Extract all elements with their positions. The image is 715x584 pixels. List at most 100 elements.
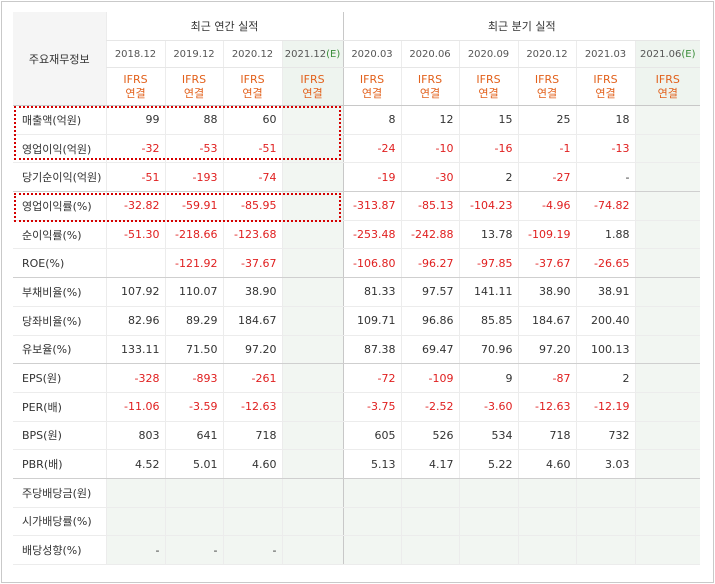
table-row: 부채비율(%) 107.92 110.07 38.90 81.33 97.57 141.11… [13, 277, 700, 307]
value-cell: -27 [517, 162, 576, 193]
row-label: 당좌비율(%) [13, 306, 106, 336]
row-label: 유보율(%) [13, 335, 106, 365]
period-label: 2021.03 [584, 48, 627, 60]
ifrs-label: IFRS [655, 72, 680, 86]
value-cell [281, 162, 343, 193]
value-cell: -261 [222, 363, 282, 393]
ifrs-consolidated-header: IFRS 연결 [634, 67, 700, 106]
value-cell [634, 478, 700, 508]
value-cell: -121.92 [164, 248, 223, 279]
table-row: 배당성향(%) - - - [13, 535, 700, 565]
value-cell: 38.90 [222, 277, 282, 307]
value-cell: - [575, 162, 635, 193]
value-cell: 3.03 [575, 449, 635, 479]
table-row: BPS(원) 803 641 718 605 526 534 718 732 [13, 421, 700, 451]
ifrs-consolidated-header: IFRS 연결 [342, 67, 401, 106]
period-header: 2018.12 [105, 40, 165, 68]
estimate-mark: (E) [326, 48, 341, 60]
ifrs-label: IFRS [417, 72, 443, 86]
ifrs-consolidated-header: IFRS 연결 [517, 67, 576, 106]
value-cell [281, 277, 343, 307]
value-cell [634, 134, 700, 164]
value-cell [105, 248, 165, 279]
period-header: 2020.03 [342, 40, 401, 68]
ifrs-consolidated-header: IFRS 연결 [281, 67, 343, 106]
value-cell: -16 [458, 134, 518, 164]
value-cell: -106.80 [342, 248, 401, 279]
period-label: 2020.03 [351, 48, 393, 60]
value-cell [575, 535, 635, 565]
value-cell: 38.91 [575, 277, 635, 307]
value-cell: 184.67 [517, 306, 576, 336]
row-label: PER(배) [13, 392, 106, 422]
value-cell: -109.19 [517, 220, 576, 250]
value-cell: -104.23 [458, 191, 518, 221]
value-cell: -13 [575, 134, 635, 164]
ifrs-consolidated-header: IFRS 연결 [575, 67, 635, 106]
period-label: 2018.12 [114, 48, 157, 60]
value-cell [281, 363, 343, 393]
value-cell: 97.20 [517, 335, 576, 365]
value-cell: -123.68 [222, 220, 282, 250]
value-cell: -3.60 [458, 392, 518, 422]
table-row: 유보율(%) 133.11 71.50 97.20 87.38 69.47 70.96 97.… [13, 335, 700, 365]
value-cell: -37.67 [517, 248, 576, 279]
value-cell: -328 [105, 363, 165, 393]
value-cell [342, 478, 401, 508]
value-cell [400, 535, 459, 565]
value-cell: 87.38 [342, 335, 401, 365]
consolidated-label: 연결 [302, 86, 323, 100]
value-cell [634, 392, 700, 422]
value-cell: 4.52 [105, 449, 165, 479]
value-cell: 12 [400, 105, 459, 135]
table-row: ROE(%) -121.92 -37.67 -106.80 -96.27 -97.85 -3… [13, 248, 700, 279]
value-cell: -893 [164, 363, 223, 393]
financial-summary-table: 주요재무정보 최근 연간 실적 최근 분기 실적 2018.12 2019.12 2… [13, 12, 700, 565]
value-cell [222, 478, 282, 508]
value-cell: -242.88 [400, 220, 459, 250]
value-cell [634, 277, 700, 307]
value-cell: -24 [342, 134, 401, 164]
table-row: EPS(원) -328 -893 -261 -72 -109 9 -87 2 [13, 363, 700, 393]
value-cell [281, 535, 343, 565]
value-cell: -51 [105, 162, 165, 193]
value-cell [164, 507, 223, 537]
value-cell [400, 478, 459, 508]
value-cell: 526 [400, 421, 459, 451]
ifrs-label: IFRS [300, 72, 325, 86]
ifrs-label: IFRS [359, 72, 385, 86]
value-cell: -85.13 [400, 191, 459, 221]
ifrs-label: IFRS [123, 72, 148, 86]
value-cell: 4.60 [517, 449, 576, 479]
value-cell [634, 335, 700, 365]
value-cell: -10 [400, 134, 459, 164]
value-cell: 133.11 [105, 335, 165, 365]
consolidated-label: 연결 [419, 86, 441, 100]
value-cell: 18 [575, 105, 635, 135]
value-cell [517, 478, 576, 508]
value-cell [281, 392, 343, 422]
consolidated-label: 연결 [361, 86, 383, 100]
value-cell: 109.71 [342, 306, 401, 336]
value-cell: 70.96 [458, 335, 518, 365]
value-cell: 641 [164, 421, 223, 451]
value-cell [281, 306, 343, 336]
ifrs-label: IFRS [534, 72, 560, 86]
value-cell: -2.52 [400, 392, 459, 422]
ifrs-label: IFRS [240, 72, 265, 86]
period-label: 2020.09 [467, 48, 510, 60]
value-cell: 89.29 [164, 306, 223, 336]
consolidated-label: 연결 [657, 86, 678, 100]
value-cell: -1 [517, 134, 576, 164]
value-cell [222, 507, 282, 537]
value-cell: 718 [517, 421, 576, 451]
value-cell [458, 478, 518, 508]
value-cell: -74 [222, 162, 282, 193]
value-cell [517, 535, 576, 565]
value-cell: -109 [400, 363, 459, 393]
table-row: 당기순이익(억원) -51 -193 -74 -19 -30 2 -27- [13, 162, 700, 193]
value-cell: 97.20 [222, 335, 282, 365]
value-cell [634, 507, 700, 537]
ifrs-consolidated-header: IFRS 연결 [458, 67, 518, 106]
value-cell [634, 306, 700, 336]
